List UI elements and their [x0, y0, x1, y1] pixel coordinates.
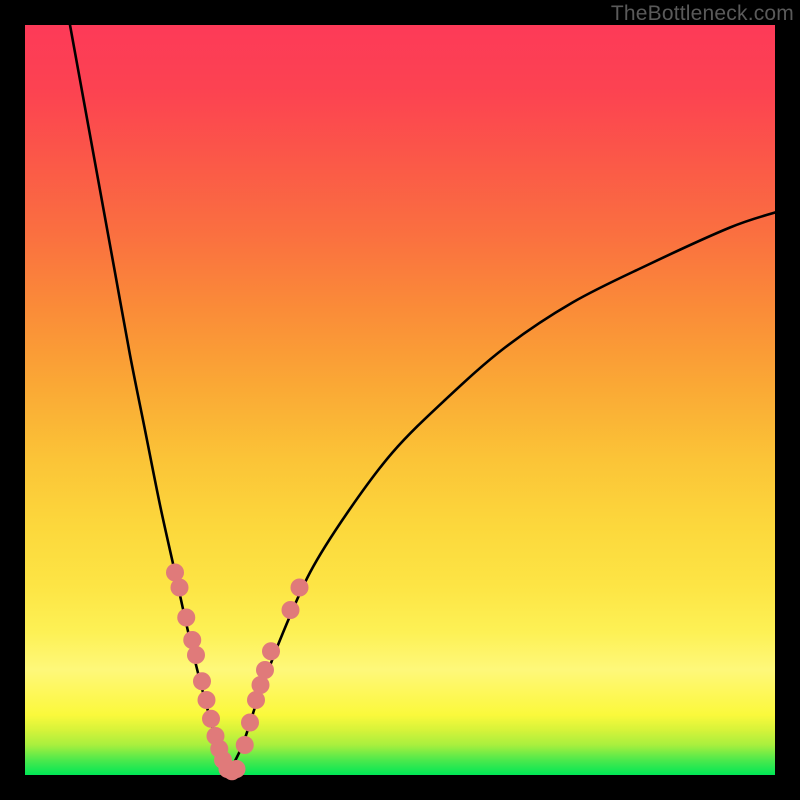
marker-dot [256, 661, 274, 679]
marker-dot [236, 736, 254, 754]
marker-dot [228, 760, 246, 778]
marker-dot [282, 601, 300, 619]
watermark-text: TheBottleneck.com [611, 2, 794, 26]
marker-dot [262, 642, 280, 660]
curve-svg [25, 25, 775, 775]
outer-frame: TheBottleneck.com [0, 0, 800, 800]
marker-dot [187, 646, 205, 664]
marker-dot [171, 579, 189, 597]
marker-dot [198, 691, 216, 709]
v-curve [70, 25, 775, 775]
plot-area [25, 25, 775, 775]
marker-dot [202, 710, 220, 728]
marker-dot [183, 631, 201, 649]
marker-dot [291, 579, 309, 597]
marker-dot [193, 672, 211, 690]
curve-right-branch [228, 213, 776, 776]
marker-dots [166, 564, 309, 781]
curve-left-branch [70, 25, 228, 775]
marker-dot [241, 714, 259, 732]
marker-dot [177, 609, 195, 627]
